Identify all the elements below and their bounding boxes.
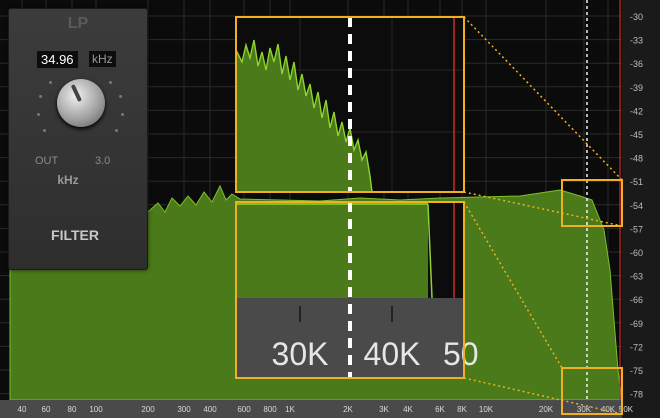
db-label: -78 bbox=[630, 390, 643, 400]
filter-title: FILTER bbox=[51, 227, 99, 243]
db-label: -39 bbox=[630, 83, 643, 93]
frequency-knob[interactable] bbox=[57, 79, 105, 127]
freq-label: 2K bbox=[343, 405, 353, 414]
db-label: -75 bbox=[630, 366, 643, 376]
knob-pointer bbox=[70, 84, 82, 103]
knob-tick bbox=[121, 113, 124, 116]
filter-panel: LP 34.96 kHz OUT 3.0 kHz FILTER bbox=[8, 8, 148, 270]
freq-label: 1K bbox=[285, 405, 295, 414]
db-label: -66 bbox=[630, 295, 643, 305]
db-label: -54 bbox=[630, 201, 643, 211]
db-label: -42 bbox=[630, 106, 643, 116]
freq-label: 30K bbox=[577, 405, 592, 414]
knob-tick bbox=[119, 95, 122, 98]
zoom-label-50: 50 bbox=[443, 336, 479, 372]
freq-label: 40K bbox=[601, 405, 616, 414]
freq-label: 300 bbox=[177, 405, 191, 414]
frequency-value[interactable]: 34.96 bbox=[37, 51, 78, 68]
knob-unit-label: kHz bbox=[57, 173, 79, 187]
freq-label: 60 bbox=[42, 405, 51, 414]
knob-tick bbox=[115, 129, 118, 132]
freq-label: 6K bbox=[435, 405, 445, 414]
db-label: -57 bbox=[630, 224, 643, 234]
freq-label: 4K bbox=[403, 405, 413, 414]
analyzer-window: -30 -33 -36 -39 -42 -45 -48 -51 -54 -57 -60 -63 -66 -… bbox=[0, 0, 660, 418]
knob-tick bbox=[109, 81, 112, 84]
knob-tick bbox=[37, 113, 40, 116]
freq-label: 10K bbox=[479, 405, 494, 414]
freq-label: 8K bbox=[457, 405, 467, 414]
knob-min-label: OUT bbox=[35, 155, 59, 167]
knob-tick bbox=[43, 129, 46, 132]
zoom-label-30k: 30K bbox=[272, 336, 329, 372]
knob-tick bbox=[39, 95, 42, 98]
frequency-unit: kHz bbox=[89, 51, 116, 67]
db-label: -69 bbox=[630, 319, 643, 329]
knob-tick bbox=[49, 81, 52, 84]
freq-label: 3K bbox=[379, 405, 389, 414]
zoom-inset-top bbox=[235, 16, 465, 193]
freq-label: 600 bbox=[237, 405, 251, 414]
db-label: -72 bbox=[630, 342, 643, 352]
freq-label: 20K bbox=[539, 405, 554, 414]
freq-label: 40 bbox=[18, 405, 27, 414]
db-label: -63 bbox=[630, 272, 643, 282]
db-label: -48 bbox=[630, 154, 643, 164]
db-label: -60 bbox=[630, 248, 643, 258]
freq-label: 400 bbox=[203, 405, 217, 414]
db-label: -30 bbox=[630, 12, 643, 22]
knob-max-label: 3.0 bbox=[95, 155, 111, 167]
db-label: -36 bbox=[630, 59, 643, 69]
freq-label: 200 bbox=[141, 405, 155, 414]
freq-label: 800 bbox=[263, 405, 277, 414]
db-label: -33 bbox=[630, 36, 643, 46]
db-label: -51 bbox=[630, 177, 643, 187]
freq-label: 100 bbox=[89, 405, 103, 414]
filter-mode-label[interactable]: LP bbox=[9, 15, 147, 33]
zoom-inset-bottom: 30K 40K 50 bbox=[235, 201, 479, 379]
freq-label: 80 bbox=[68, 405, 77, 414]
zoom-label-40k: 40K bbox=[364, 336, 421, 372]
db-label: -45 bbox=[630, 130, 643, 140]
